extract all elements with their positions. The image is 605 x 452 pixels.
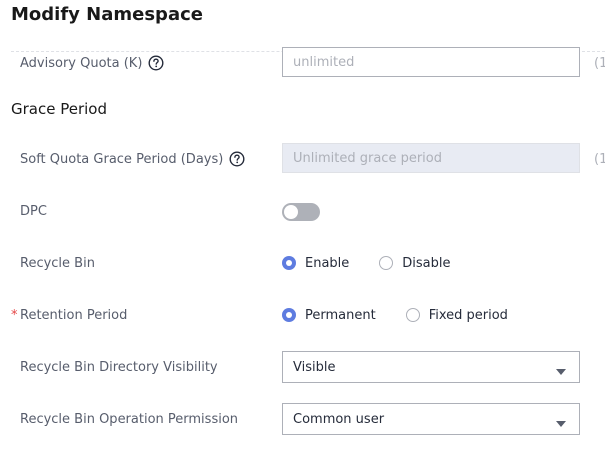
retention-fixed-period-label: Fixed period bbox=[428, 307, 508, 323]
advisory-quota-label-text: Advisory Quota (K) bbox=[20, 55, 143, 71]
required-asterisk: * bbox=[11, 307, 18, 323]
recycle-bin-row: Recycle Bin Enable Disable bbox=[0, 247, 605, 279]
radio-checked-icon bbox=[282, 256, 296, 270]
dpc-row: DPC bbox=[0, 195, 605, 227]
recycle-bin-enable-label: Enable bbox=[305, 255, 350, 271]
operation-permission-label: Recycle Bin Operation Permission bbox=[20, 411, 239, 427]
recycle-bin-radio-group: Enable Disable bbox=[282, 247, 481, 279]
retention-period-label: Retention Period bbox=[20, 307, 128, 323]
modify-namespace-dialog: Modify Namespace Advisory Quota (K) unli… bbox=[0, 0, 605, 452]
radio-unchecked-icon bbox=[379, 256, 394, 270]
question-circle-icon[interactable] bbox=[148, 55, 164, 71]
directory-visibility-select[interactable]: Visible bbox=[282, 351, 580, 383]
advisory-quota-row: Advisory Quota (K) unlimited (1 bbox=[0, 47, 605, 79]
radio-unchecked-icon bbox=[405, 308, 420, 322]
directory-visibility-row: Recycle Bin Directory Visibility Visible bbox=[0, 351, 605, 383]
soft-quota-grace-label: Soft Quota Grace Period (Days) bbox=[20, 143, 245, 175]
retention-fixed-period-radio[interactable]: Fixed period bbox=[405, 307, 508, 323]
advisory-quota-placeholder: unlimited bbox=[293, 54, 355, 70]
advisory-quota-input[interactable]: unlimited bbox=[282, 47, 580, 77]
recycle-bin-enable-radio[interactable]: Enable bbox=[282, 256, 349, 271]
retention-permanent-radio[interactable]: Permanent bbox=[282, 308, 376, 323]
directory-visibility-label: Recycle Bin Directory Visibility bbox=[20, 359, 218, 375]
dialog-title: Modify Namespace bbox=[11, 4, 203, 25]
dpc-label: DPC bbox=[20, 203, 47, 219]
advisory-quota-range-hint: (1 bbox=[594, 55, 605, 71]
soft-quota-grace-placeholder: Unlimited grace period bbox=[293, 150, 442, 166]
soft-quota-grace-label-text: Soft Quota Grace Period (Days) bbox=[20, 151, 224, 167]
operation-permission-value: Common user bbox=[293, 411, 385, 427]
operation-permission-select[interactable]: Common user bbox=[282, 403, 580, 435]
question-circle-icon[interactable] bbox=[229, 151, 245, 167]
soft-quota-grace-row: Soft Quota Grace Period (Days) Unlimited… bbox=[0, 143, 605, 175]
operation-permission-row: Recycle Bin Operation Permission Common … bbox=[0, 403, 605, 435]
caret-down-icon bbox=[556, 416, 566, 431]
recycle-bin-label: Recycle Bin bbox=[20, 255, 95, 271]
advisory-quota-label: Advisory Quota (K) bbox=[20, 47, 164, 79]
soft-quota-grace-range-hint: (1 bbox=[594, 151, 605, 167]
dpc-toggle[interactable] bbox=[282, 203, 320, 221]
radio-checked-icon bbox=[282, 308, 296, 322]
directory-visibility-value: Visible bbox=[293, 359, 336, 375]
retention-period-row: * Retention Period Permanent Fixed perio… bbox=[0, 299, 605, 331]
recycle-bin-disable-label: Disable bbox=[402, 255, 451, 271]
grace-period-section-title: Grace Period bbox=[11, 100, 107, 118]
caret-down-icon bbox=[556, 364, 566, 379]
retention-permanent-label: Permanent bbox=[305, 307, 376, 323]
dpc-toggle-knob bbox=[284, 205, 298, 219]
soft-quota-grace-input: Unlimited grace period bbox=[282, 143, 580, 173]
recycle-bin-disable-radio[interactable]: Disable bbox=[379, 255, 451, 271]
retention-period-radio-group: Permanent Fixed period bbox=[282, 299, 538, 331]
